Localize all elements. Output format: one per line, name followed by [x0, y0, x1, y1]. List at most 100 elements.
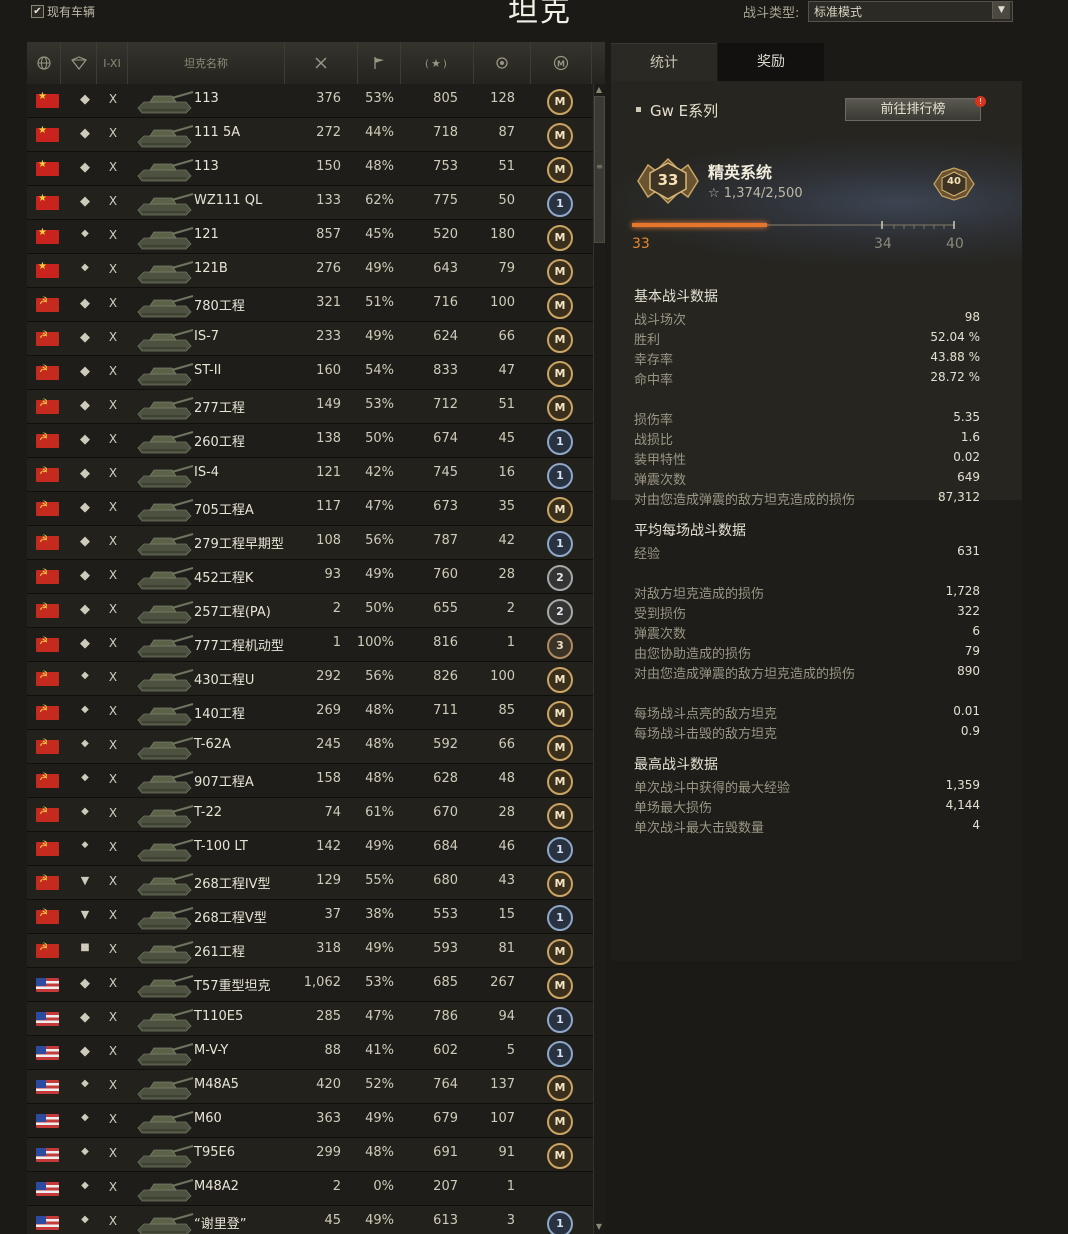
- ussr-flag-icon: [36, 840, 59, 856]
- tier-label: X: [108, 330, 118, 344]
- table-row[interactable]: ◆ X M-V-Y 88 41% 602 5 1: [27, 1036, 593, 1070]
- chevron-down-icon[interactable]: ▼: [992, 2, 1010, 19]
- battles-icon[interactable]: [285, 42, 358, 84]
- scroll-up-icon[interactable]: ▲: [594, 85, 604, 95]
- tier-label: X: [108, 534, 118, 548]
- class-filter-icon[interactable]: [61, 42, 97, 84]
- battles-count: 138: [316, 431, 341, 446]
- battles-count: 121: [316, 465, 341, 480]
- mastery-count: 28: [498, 805, 515, 820]
- table-row[interactable]: ◆ X 111 5A 272 44% 718 87 M: [27, 118, 593, 152]
- mastery-badge-icon: M: [547, 327, 573, 353]
- mastery-count-icon[interactable]: [474, 42, 531, 84]
- table-row[interactable]: ◆ X 277工程 149 53% 712 51 M: [27, 390, 593, 424]
- vehicle-rows: ◆X11337653%805128M◆X111 5A27244%71887M◆X…: [27, 84, 593, 1234]
- table-row[interactable]: ◆ X 257工程(PA) 2 50% 655 2 2: [27, 594, 593, 628]
- table-scrollbar[interactable]: [593, 84, 605, 1234]
- table-row[interactable]: ◆ X 705工程A 117 47% 673 35 M: [27, 492, 593, 526]
- stat-value: 79: [964, 644, 980, 658]
- table-row[interactable]: ◆ X T-22 74 61% 670 28 M: [27, 798, 593, 832]
- tier-label: X: [108, 806, 118, 820]
- avg-experience: 764: [433, 1077, 458, 1092]
- avg-xp-icon[interactable]: (★): [401, 42, 474, 84]
- ussr-flag-icon: [36, 704, 59, 720]
- stat-value: 890: [957, 664, 980, 678]
- table-row[interactable]: ◆ X M60 363 49% 679 107 M: [27, 1104, 593, 1138]
- battles-count: 292: [316, 669, 341, 684]
- table-row[interactable]: ◆ X ST-II 160 54% 833 47 M: [27, 356, 593, 390]
- owned-only-checkbox[interactable]: ✔: [31, 5, 44, 18]
- table-row[interactable]: ◆ X M48A5 420 52% 764 137 M: [27, 1070, 593, 1104]
- avg-experience: 716: [433, 295, 458, 310]
- mastery-count: 267: [490, 975, 515, 990]
- stat-value: 52.04 %: [930, 330, 980, 344]
- table-row[interactable]: ◆ X T-62A 245 48% 592 66 M: [27, 730, 593, 764]
- table-row[interactable]: ◆ X 140工程 269 48% 711 85 M: [27, 696, 593, 730]
- battles-count: 276: [316, 261, 341, 276]
- avg-experience: 624: [433, 329, 458, 344]
- table-row[interactable]: ◆ X 780工程 321 51% 716 100 M: [27, 288, 593, 322]
- win-rate: 100%: [356, 635, 394, 650]
- table-row[interactable]: ◆ X 260工程 138 50% 674 45 1: [27, 424, 593, 458]
- nation-globe-icon[interactable]: [27, 42, 61, 84]
- battles-count: 857: [316, 227, 341, 242]
- tank-name-column-header[interactable]: 坦克名称: [128, 42, 285, 84]
- mastery-count: 66: [498, 737, 515, 752]
- tier-label: X: [108, 942, 118, 956]
- battles-count: 2: [332, 1179, 341, 1194]
- table-row[interactable]: ◆ X 452工程K 93 49% 760 28 2: [27, 560, 593, 594]
- mastery-badge-icon: 1: [547, 1041, 573, 1067]
- stat-label: 由您协助造成的损伤: [634, 647, 752, 662]
- mastery-count: 51: [498, 159, 515, 174]
- table-row[interactable]: ◆ X “谢里登” 45 49% 613 3 1: [27, 1206, 593, 1234]
- mastery-count: 91: [498, 1145, 515, 1160]
- stat-value: 28.72 %: [930, 370, 980, 384]
- mastery-badge-icon[interactable]: M: [531, 42, 592, 84]
- china-flag-icon: [36, 193, 59, 210]
- medium-tank-class-icon: ◆: [81, 228, 89, 239]
- battles-count: 233: [316, 329, 341, 344]
- stat-label: 弹震次数: [634, 473, 687, 488]
- ranking-button[interactable]: 前往排行榜: [845, 98, 981, 121]
- table-row[interactable]: ▼ X 268工程IV型 129 55% 680 43 M: [27, 866, 593, 900]
- win-rate: 48%: [365, 771, 394, 786]
- table-row[interactable]: ◆ X T57重型坦克 1,062 53% 685 267 M: [27, 968, 593, 1002]
- tank-name: 121B: [194, 261, 228, 276]
- table-row[interactable]: ◆ X T95E6 299 48% 691 91 M: [27, 1138, 593, 1172]
- win-rate: 56%: [365, 669, 394, 684]
- medium-tank-class-icon: ◆: [81, 1078, 89, 1089]
- table-row[interactable]: ◆ X IS-7 233 49% 624 66 M: [27, 322, 593, 356]
- table-row[interactable]: ◆ X T110E5 285 47% 786 94 1: [27, 1002, 593, 1036]
- table-row[interactable]: ◆ X 121 857 45% 520 180 M: [27, 220, 593, 254]
- table-row[interactable]: ■ X 261工程 318 49% 593 81 M: [27, 934, 593, 968]
- mastery-badge-icon: 2: [547, 565, 573, 591]
- tier-label: X: [108, 874, 118, 888]
- table-row[interactable]: ◆ X M48A2 2 0% 207 1: [27, 1172, 593, 1206]
- stat-value: 4: [972, 818, 980, 832]
- win-rate: 41%: [365, 1043, 394, 1058]
- table-row[interactable]: ◆ X 777工程机动型 1 100% 816 1 3: [27, 628, 593, 662]
- tank-name: 113: [194, 91, 219, 106]
- win-flag-icon[interactable]: [358, 42, 401, 84]
- table-row[interactable]: ▼ X 268工程V型 37 38% 553 15 1: [27, 900, 593, 934]
- tab-rewards[interactable]: 奖励: [718, 43, 824, 81]
- table-row[interactable]: ◆ X 113 150 48% 753 51 M: [27, 152, 593, 186]
- table-row[interactable]: ◆ X 279工程早期型 108 56% 787 42 1: [27, 526, 593, 560]
- table-row[interactable]: ◆ X T-100 LT 142 49% 684 46 1: [27, 832, 593, 866]
- table-row[interactable]: ◆ X WZ111 QL 133 62% 775 50 1: [27, 186, 593, 220]
- tank-thumbnail-icon: [137, 805, 194, 828]
- table-row[interactable]: ◆ X 113 376 53% 805 128 M: [27, 84, 593, 118]
- stat-value: 1,728: [945, 584, 980, 598]
- table-row[interactable]: ◆ X 121B 276 49% 643 79 M: [27, 254, 593, 288]
- tank-thumbnail-icon: [137, 329, 194, 352]
- mastery-count: 1: [506, 635, 515, 650]
- scroll-down-icon[interactable]: ▼: [594, 1222, 604, 1232]
- tab-statistics[interactable]: 统计: [611, 43, 717, 82]
- tier-column-header[interactable]: I-XI: [97, 42, 128, 84]
- table-row[interactable]: ◆ X 907工程A 158 48% 628 48 M: [27, 764, 593, 798]
- table-row[interactable]: ◆ X IS-4 121 42% 745 16 1: [27, 458, 593, 492]
- table-row[interactable]: ◆ X 430工程U 292 56% 826 100 M: [27, 662, 593, 696]
- battles-count: 37: [324, 907, 341, 922]
- tank-thumbnail-icon: [137, 669, 194, 692]
- tank-thumbnail-icon: [137, 125, 194, 148]
